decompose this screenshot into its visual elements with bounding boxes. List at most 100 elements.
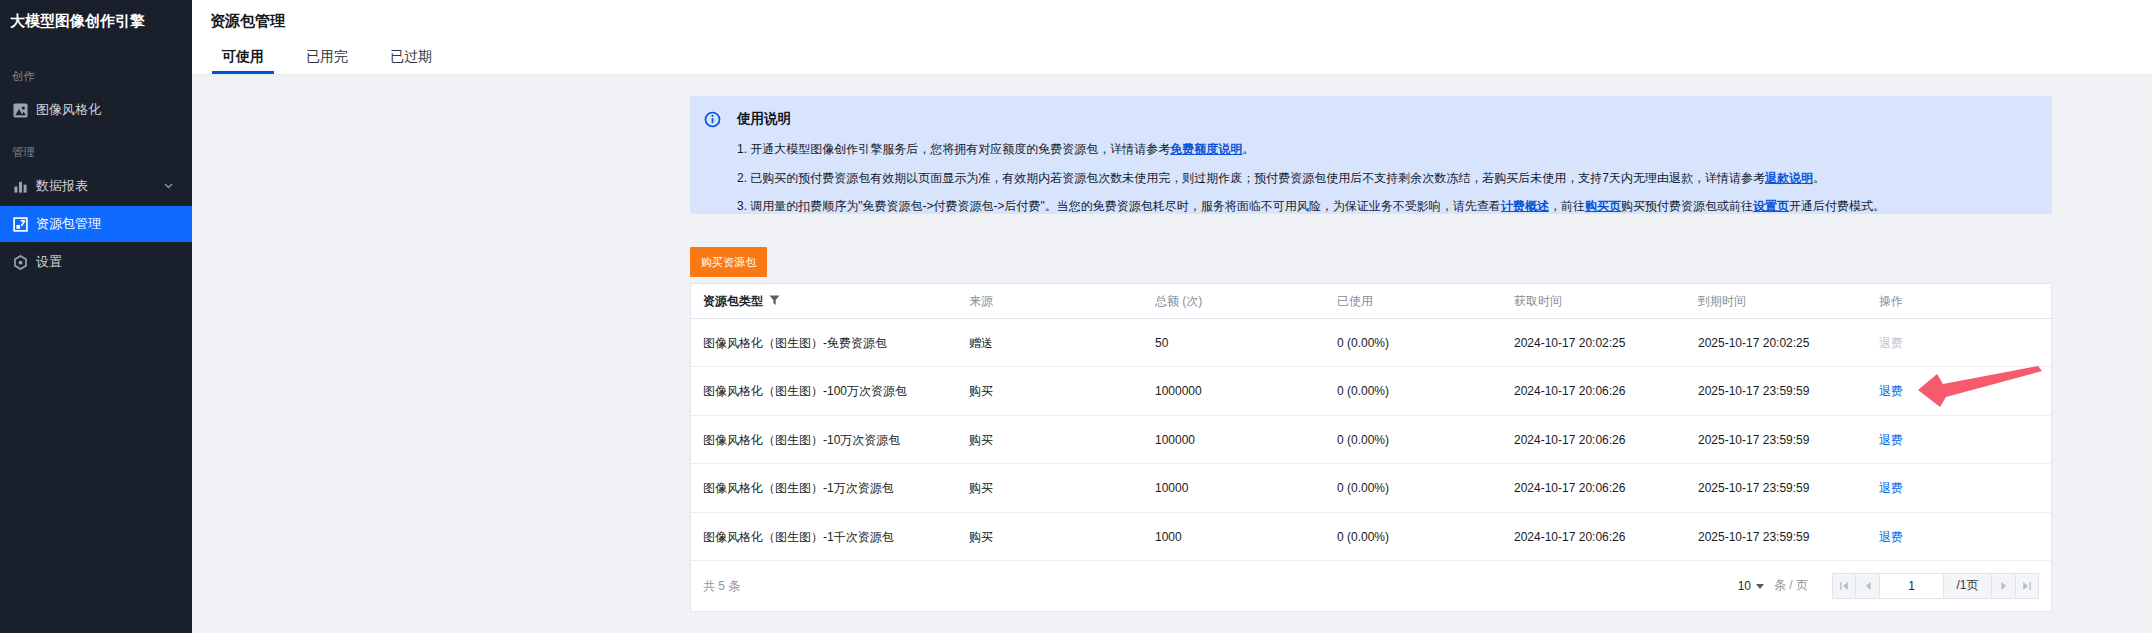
sidebar-item[interactable]: 设置 bbox=[0, 244, 192, 280]
cell-total: 1000000 bbox=[1155, 367, 1202, 415]
tab-可使用[interactable]: 可使用 bbox=[212, 44, 274, 74]
cell-used: 0 (0.00%) bbox=[1337, 367, 1389, 415]
cell-acquired: 2024-10-17 20:06:26 bbox=[1514, 513, 1625, 561]
column-header: 总额 (次) bbox=[1155, 284, 1202, 318]
gear-icon bbox=[13, 255, 28, 270]
image-icon bbox=[13, 103, 28, 118]
sidebar-section-label: 管理 bbox=[12, 145, 35, 160]
notice-link[interactable]: 购买页 bbox=[1585, 199, 1621, 213]
table-row: 图像风格化（图生图）-100万次资源包 购买 1000000 0 (0.00%)… bbox=[691, 367, 2051, 415]
notice-link[interactable]: 设置页 bbox=[1753, 199, 1789, 213]
page-size-select[interactable]: 10 bbox=[1738, 579, 1764, 593]
sidebar-item-label: 图像风格化 bbox=[36, 92, 101, 128]
cell-expire: 2025-10-17 20:02:25 bbox=[1698, 319, 1809, 367]
notice-line: 3. 调用量的扣费顺序为"免费资源包->付费资源包->后付费"。当您的免费资源包… bbox=[737, 192, 2032, 221]
sidebar-item-label: 设置 bbox=[36, 244, 62, 280]
notice-title: 使用说明 bbox=[737, 110, 791, 128]
notice-link[interactable]: 退款说明 bbox=[1765, 171, 1813, 185]
prev-page-button[interactable] bbox=[1855, 573, 1880, 599]
cell-total: 100000 bbox=[1155, 416, 1195, 464]
pager-buttons: 1 /1页 bbox=[1832, 573, 2039, 599]
next-page-button[interactable] bbox=[1991, 573, 2016, 599]
tab-已过期[interactable]: 已过期 bbox=[380, 44, 442, 74]
chart-icon bbox=[13, 179, 28, 194]
notice-link[interactable]: 计费概述 bbox=[1501, 199, 1549, 213]
annotation-arrow bbox=[1900, 340, 2060, 420]
cell-action: 退费 bbox=[1879, 416, 1903, 464]
content-area: 使用说明 1. 开通大模型图像创作引擎服务后，您将拥有对应额度的免费资源包，详情… bbox=[192, 75, 2152, 633]
cell-action: 退费 bbox=[1879, 464, 1903, 512]
table-row: 图像风格化（图生图）-免费资源包 赠送 50 0 (0.00%) 2024-10… bbox=[691, 319, 2051, 367]
sidebar-item-label: 资源包管理 bbox=[36, 206, 101, 242]
cell-source: 购买 bbox=[969, 367, 993, 415]
tab-bar: 可使用已用完已过期 bbox=[212, 44, 464, 74]
cell-source: 赠送 bbox=[969, 319, 993, 367]
refund-link[interactable]: 退费 bbox=[1879, 481, 1903, 495]
first-page-icon bbox=[1839, 581, 1849, 591]
info-icon bbox=[704, 111, 721, 128]
notice-lines: 1. 开通大模型图像创作引擎服务后，您将拥有对应额度的免费资源包，详情请参考免费… bbox=[737, 135, 2032, 221]
prev-page-icon bbox=[1864, 581, 1872, 591]
cell-source: 购买 bbox=[969, 464, 993, 512]
cell-type: 图像风格化（图生图）-1万次资源包 bbox=[703, 464, 894, 512]
cell-acquired: 2024-10-17 20:06:26 bbox=[1514, 367, 1625, 415]
resource-pack-table: 资源包类型 来源 总额 (次) 已使用 获取时间 到期时间 操作 图像风格化（图生图）-免费… bbox=[690, 283, 2052, 612]
cell-action: 退费 bbox=[1879, 513, 1903, 561]
page-title: 资源包管理 bbox=[210, 12, 285, 31]
first-page-button[interactable] bbox=[1832, 573, 1856, 599]
cell-total: 10000 bbox=[1155, 464, 1188, 512]
buy-resource-pack-button[interactable]: 购买资源包 bbox=[690, 247, 767, 277]
column-header: 操作 bbox=[1879, 284, 1903, 318]
app-title: 大模型图像创作引擎 bbox=[10, 12, 188, 31]
column-header-type: 资源包类型 bbox=[703, 284, 780, 318]
cell-expire: 2025-10-17 23:59:59 bbox=[1698, 416, 1809, 464]
cell-expire: 2025-10-17 23:59:59 bbox=[1698, 513, 1809, 561]
pagination: 10 条 / 页 1 /1页 bbox=[1738, 573, 2039, 599]
cell-acquired: 2024-10-17 20:06:26 bbox=[1514, 416, 1625, 464]
table-footer: 共 5 条 10 条 / 页 1 /1页 bbox=[691, 561, 2051, 612]
table-row: 图像风格化（图生图）-10万次资源包 购买 100000 0 (0.00%) 2… bbox=[691, 416, 2051, 464]
cell-source: 购买 bbox=[969, 416, 993, 464]
cell-source: 购买 bbox=[969, 513, 993, 561]
notice-line: 1. 开通大模型图像创作引擎服务后，您将拥有对应额度的免费资源包，详情请参考免费… bbox=[737, 135, 2032, 164]
sidebar-item[interactable]: 图像风格化 bbox=[0, 92, 192, 128]
refund-link[interactable]: 退费 bbox=[1879, 530, 1903, 544]
cell-total: 50 bbox=[1155, 319, 1168, 367]
usage-notice: 使用说明 1. 开通大模型图像创作引擎服务后，您将拥有对应额度的免费资源包，详情… bbox=[690, 96, 2052, 214]
next-page-icon bbox=[2000, 581, 2008, 591]
chevron-down-icon bbox=[164, 183, 173, 189]
cell-type: 图像风格化（图生图）-免费资源包 bbox=[703, 319, 887, 367]
refund-link[interactable]: 退费 bbox=[1879, 433, 1903, 447]
cell-expire: 2025-10-17 23:59:59 bbox=[1698, 464, 1809, 512]
column-header: 到期时间 bbox=[1698, 284, 1746, 318]
cell-used: 0 (0.00%) bbox=[1337, 416, 1389, 464]
tab-已用完[interactable]: 已用完 bbox=[296, 44, 358, 74]
column-header: 已使用 bbox=[1337, 284, 1373, 318]
page-number-input[interactable]: 1 bbox=[1879, 573, 1944, 599]
cell-acquired: 2024-10-17 20:02:25 bbox=[1514, 319, 1625, 367]
cell-type: 图像风格化（图生图）-100万次资源包 bbox=[703, 367, 907, 415]
notice-line: 2. 已购买的预付费资源包有效期以页面显示为准，有效期内若资源包次数未使用完，则… bbox=[737, 164, 2032, 193]
last-page-icon bbox=[2022, 581, 2032, 591]
sidebar-item[interactable]: 资源包管理 bbox=[0, 206, 192, 242]
package-icon bbox=[13, 217, 28, 232]
sidebar-item-label: 数据报表 bbox=[36, 168, 88, 204]
notice-link[interactable]: 免费额度说明 bbox=[1170, 142, 1242, 156]
table-row: 图像风格化（图生图）-1千次资源包 购买 1000 0 (0.00%) 2024… bbox=[691, 513, 2051, 561]
page-size-unit: 条 / 页 bbox=[1774, 577, 1808, 594]
sidebar-item[interactable]: 数据报表 bbox=[0, 168, 192, 204]
total-pages-label: /1页 bbox=[1943, 573, 1992, 599]
cell-acquired: 2024-10-17 20:06:26 bbox=[1514, 464, 1625, 512]
sidebar: 大模型图像创作引擎 创作 图像风格化 管理 数据报表 资源包管理 设置 bbox=[0, 0, 192, 633]
cell-expire: 2025-10-17 23:59:59 bbox=[1698, 367, 1809, 415]
cell-total: 1000 bbox=[1155, 513, 1182, 561]
filter-icon[interactable] bbox=[769, 295, 780, 306]
cell-type: 图像风格化（图生图）-10万次资源包 bbox=[703, 416, 900, 464]
total-count: 共 5 条 bbox=[703, 561, 740, 612]
column-header: 获取时间 bbox=[1514, 284, 1562, 318]
column-header: 来源 bbox=[969, 284, 993, 318]
last-page-button[interactable] bbox=[2015, 573, 2039, 599]
cell-type: 图像风格化（图生图）-1千次资源包 bbox=[703, 513, 894, 561]
cell-used: 0 (0.00%) bbox=[1337, 319, 1389, 367]
cell-used: 0 (0.00%) bbox=[1337, 513, 1389, 561]
